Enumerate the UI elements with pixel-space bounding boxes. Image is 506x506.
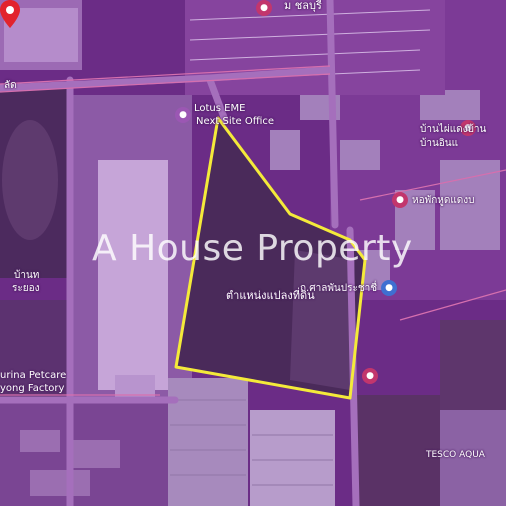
warehouse-1 [168, 378, 248, 506]
factory-main-building [98, 160, 168, 390]
place-icon[interactable]: ● [381, 280, 397, 296]
label-factory-2: yong Factory [0, 383, 65, 394]
parcel-field-light [290, 250, 355, 390]
place-icon[interactable]: ● [392, 192, 408, 208]
label-tesco: TESCO AQUA [426, 450, 485, 460]
satellite-map[interactable]: ● ● ● ● ● ● ม ชลบุรี Lotus EME Next Site… [0, 0, 506, 506]
place-icon[interactable]: ● [362, 368, 378, 384]
label-shop: หอพักหูดแดงบ [412, 195, 475, 206]
label-factory-1: urina Petcare [0, 370, 67, 381]
warehouse-2 [250, 410, 335, 506]
label-topleft: ลัด [4, 80, 17, 91]
watermark: A House Property [92, 228, 413, 269]
residential-top [185, 0, 445, 95]
label-top: ม ชลบุรี [284, 0, 322, 12]
label-right-2: บ้านอินแ [420, 138, 459, 149]
parcel-label: ตำแหน่งแปลงที่ดิน [226, 289, 315, 302]
label-left-2: ระยอง [12, 283, 40, 294]
location-pin-icon[interactable] [0, 0, 20, 28]
place-icon[interactable]: ● [175, 107, 191, 123]
label-lotus-office: Next Site Office [196, 116, 275, 127]
label-lotus: Lotus EME [194, 103, 246, 114]
label-right-1: บ้านไผ่แดงบ้าน [420, 124, 487, 135]
place-icon[interactable]: ● [256, 0, 272, 16]
pond-left [2, 120, 58, 240]
field-right [440, 320, 506, 410]
